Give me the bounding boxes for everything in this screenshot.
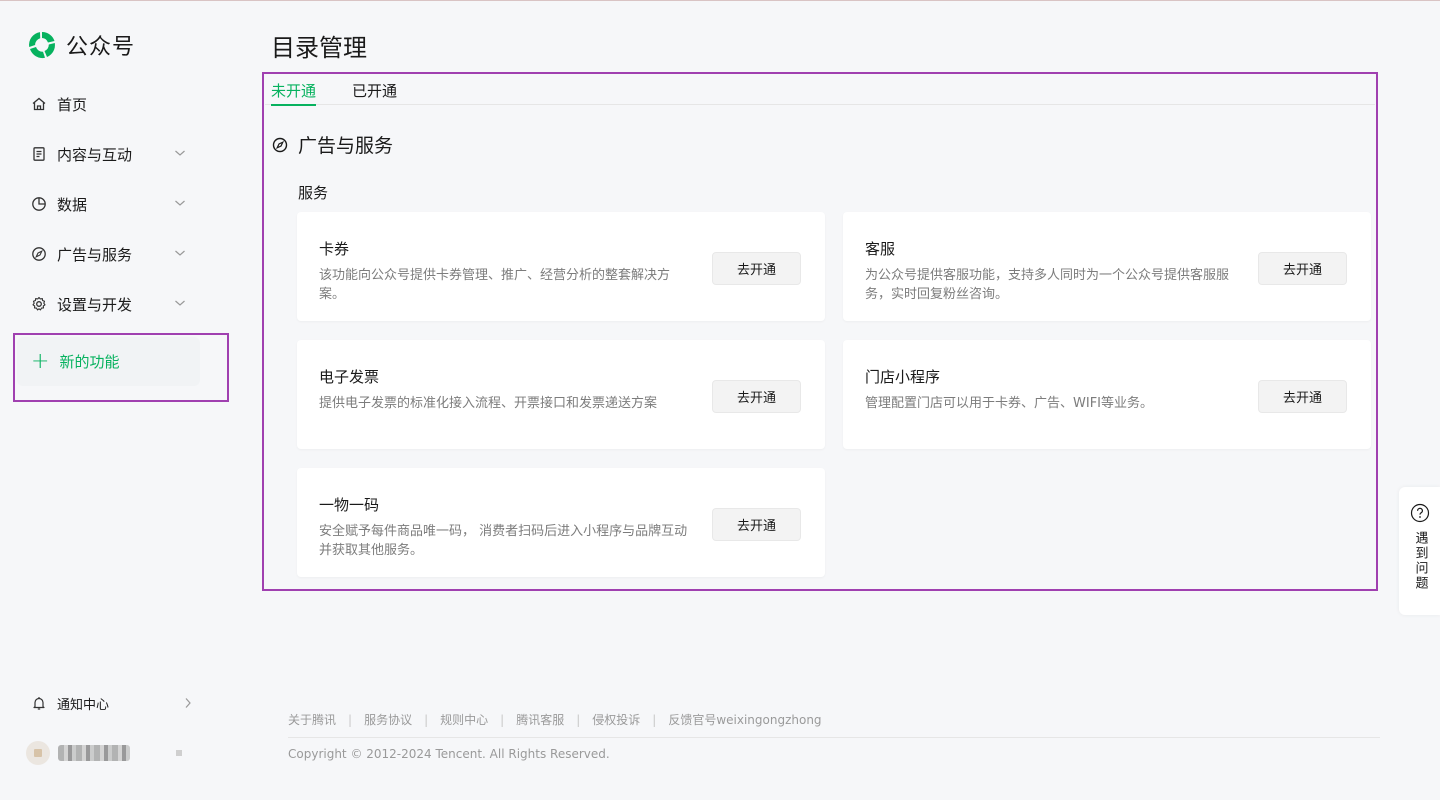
footer-separator: | [500, 712, 505, 727]
sidebar-item-content[interactable]: 内容与互动 [16, 129, 208, 179]
footer-links: 关于腾讯 | 服务协议 | 规则中心 | 腾讯客服 | 侵权投诉 | 反馈官号w… [288, 711, 822, 728]
tab-enabled[interactable]: 已开通 [352, 80, 397, 101]
chevron-right-icon [185, 698, 191, 708]
more-icon [176, 750, 182, 756]
service-card-e-invoice: 电子发票 提供电子发票的标准化接入流程、开票接口和发票递送方案 去开通 [297, 340, 825, 449]
avatar [26, 741, 50, 765]
sidebar-item-ads-services[interactable]: 广告与服务 [16, 229, 208, 279]
page-title: 目录管理 [271, 34, 367, 62]
card-description: 该功能向公众号提供卡券管理、推广、经营分析的整套解决方案。 [319, 268, 671, 302]
chevron-down-icon [175, 300, 185, 306]
card-description: 提供电子发票的标准化接入流程、开票接口和发票递送方案 [319, 396, 658, 411]
chevron-down-icon [175, 250, 185, 256]
notification-center[interactable]: 通知中心 [31, 690, 191, 716]
service-card-one-item-one-code: 一物一码 安全赋予每件商品唯一码， 消费者扫码后进入小程序与品牌互动并获取其他服… [297, 468, 825, 577]
enable-button[interactable]: 去开通 [1258, 252, 1347, 285]
sidebar-nav: 首页 内容与互动 数据 广告与服务 设置与开发 [16, 79, 208, 329]
enable-button[interactable]: 去开通 [712, 380, 801, 413]
footer-link-support[interactable]: 腾讯客服 [516, 711, 564, 728]
card-description: 安全赋予每件商品唯一码， 消费者扫码后进入小程序与品牌互动并获取其他服务。 [319, 524, 688, 558]
card-description: 管理配置门店可以用于卡券、广告、WIFI等业务。 [865, 396, 1153, 411]
footer-separator: | [348, 712, 353, 727]
chevron-down-icon [175, 200, 185, 206]
sidebar-item-data[interactable]: 数据 [16, 179, 208, 229]
footer-separator: | [652, 712, 657, 727]
section-title: 广告与服务 [298, 135, 394, 157]
help-label: 遇到问题 [1412, 531, 1428, 591]
document-icon [31, 146, 47, 162]
compass-icon [272, 137, 288, 153]
account-name-redacted [58, 745, 130, 761]
plus-icon: + [31, 348, 50, 374]
footer-link-rules[interactable]: 规则中心 [440, 711, 488, 728]
enable-button[interactable]: 去开通 [712, 252, 801, 285]
sidebar-item-label: 广告与服务 [57, 245, 133, 264]
card-title: 电子发票 [319, 368, 380, 386]
enable-button[interactable]: 去开通 [1258, 380, 1347, 413]
footer-link-terms[interactable]: 服务协议 [364, 711, 412, 728]
app-name: 公众号 [66, 35, 136, 60]
card-description: 为公众号提供客服功能，支持多人同时为一个公众号提供客服服务，实时回复粉丝咨询。 [865, 268, 1230, 302]
footer-link-about[interactable]: 关于腾讯 [288, 711, 336, 728]
footer-link-feedback[interactable]: 反馈官号weixingongzhong [668, 711, 821, 728]
footer-separator: | [576, 712, 581, 727]
footer-separator: | [424, 712, 429, 727]
bell-icon [31, 695, 47, 711]
copyright: Copyright © 2012-2024 Tencent. All Right… [288, 747, 610, 761]
service-card-coupon: 卡券 该功能向公众号提供卡券管理、推广、经营分析的整套解决方案。 去开通 [297, 212, 825, 321]
section-header: 广告与服务 [272, 131, 393, 158]
tab-not-enabled[interactable]: 未开通 [271, 80, 317, 106]
gear-icon [31, 296, 47, 312]
tab-bar: 未开通 已开通 [265, 74, 1375, 106]
sidebar-item-home[interactable]: 首页 [16, 79, 208, 129]
service-card-customer-service: 客服 为公众号提供客服功能，支持多人同时为一个公众号提供客服服务，实时回复粉丝咨… [843, 212, 1371, 321]
sidebar-item-settings[interactable]: 设置与开发 [16, 279, 208, 329]
help-float-button[interactable]: 遇到问题 [1399, 487, 1440, 615]
pie-chart-icon [31, 196, 47, 212]
card-title: 门店小程序 [865, 368, 941, 386]
sidebar-item-label: 设置与开发 [57, 295, 133, 314]
footer-divider [288, 737, 1380, 738]
app-logo[interactable]: 公众号 [26, 29, 135, 61]
chevron-down-icon [175, 150, 185, 156]
card-title: 客服 [865, 240, 896, 258]
account-switcher[interactable] [26, 741, 182, 765]
footer-link-infringement[interactable]: 侵权投诉 [592, 711, 640, 728]
sidebar-item-label: 内容与互动 [57, 145, 133, 164]
question-icon [1410, 503, 1430, 523]
sidebar-item-label: 数据 [57, 195, 88, 214]
sidebar-item-new-feature[interactable]: + 新的功能 [17, 337, 200, 386]
home-icon [31, 96, 47, 112]
sidebar: 公众号 首页 内容与互动 数据 广告与服务 设置与开发 + 新的功能 通知中心 [0, 0, 240, 800]
sidebar-item-label: 首页 [57, 95, 88, 114]
compass-icon [31, 246, 47, 262]
notification-label: 通知中心 [57, 697, 110, 713]
service-card-store-miniprogram: 门店小程序 管理配置门店可以用于卡券、广告、WIFI等业务。 去开通 [843, 340, 1371, 449]
card-title: 一物一码 [319, 496, 380, 514]
enable-button[interactable]: 去开通 [712, 508, 801, 541]
card-title: 卡券 [319, 240, 350, 258]
subsection-title: 服务 [298, 184, 329, 202]
wechat-official-logo-icon [29, 31, 55, 59]
sidebar-item-label: 新的功能 [59, 353, 120, 371]
